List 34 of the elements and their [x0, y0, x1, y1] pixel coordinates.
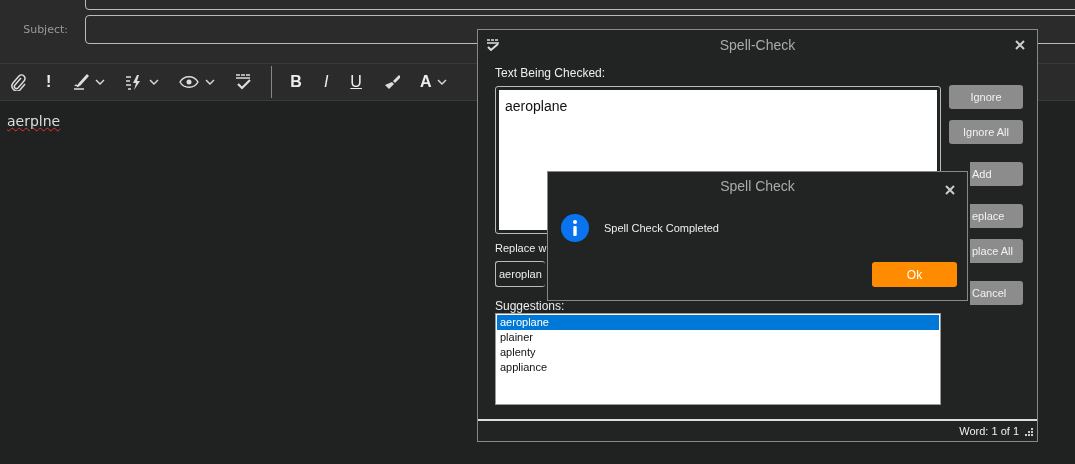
message-title: Spell Check [720, 178, 795, 194]
dropdown-caret-icon[interactable] [437, 79, 448, 85]
info-icon [561, 214, 589, 242]
dropdown-caret-icon[interactable] [95, 79, 106, 85]
suggestions-list[interactable]: aeroplane plainer aplenty appliance [495, 313, 941, 405]
word-count-status: Word: 1 of 1 [959, 425, 1019, 437]
suggestions-label: Suggestions: [495, 299, 566, 313]
dialog-title: Spell-Check [719, 37, 796, 53]
importance-button[interactable]: ! [46, 73, 52, 91]
suggestion-item[interactable]: appliance [497, 360, 939, 375]
close-icon[interactable] [1015, 40, 1025, 50]
eye-icon[interactable] [179, 75, 200, 89]
body-text: aerplne [7, 113, 61, 129]
font-color-button[interactable]: A [419, 73, 432, 91]
suggestion-item[interactable]: aplenty [497, 345, 939, 360]
text-label: Text Being Checked: [495, 66, 607, 82]
suggestion-item[interactable]: aeroplane [497, 315, 939, 330]
subject-label: Subject: [22, 23, 68, 36]
replace-label: Replace w [495, 242, 548, 256]
spellcheck-icon[interactable] [235, 73, 252, 91]
close-icon[interactable] [945, 185, 955, 195]
underline-button[interactable]: U [350, 73, 362, 91]
dropdown-caret-icon[interactable] [149, 79, 160, 85]
replace-field[interactable]: aeroplan [495, 261, 545, 287]
dropdown-caret-icon[interactable] [205, 79, 216, 85]
message-text: Spell Check Completed [604, 222, 719, 234]
spellcheck-icon [486, 38, 500, 52]
paintbrush-icon[interactable] [383, 74, 400, 90]
signature-pen-icon[interactable] [73, 74, 90, 90]
bold-button[interactable]: B [290, 73, 302, 91]
suggestion-item[interactable]: plainer [497, 330, 939, 345]
italic-button[interactable]: I [323, 73, 329, 91]
paperclip-icon[interactable] [10, 73, 26, 91]
resize-grip-icon[interactable] [1023, 426, 1033, 436]
